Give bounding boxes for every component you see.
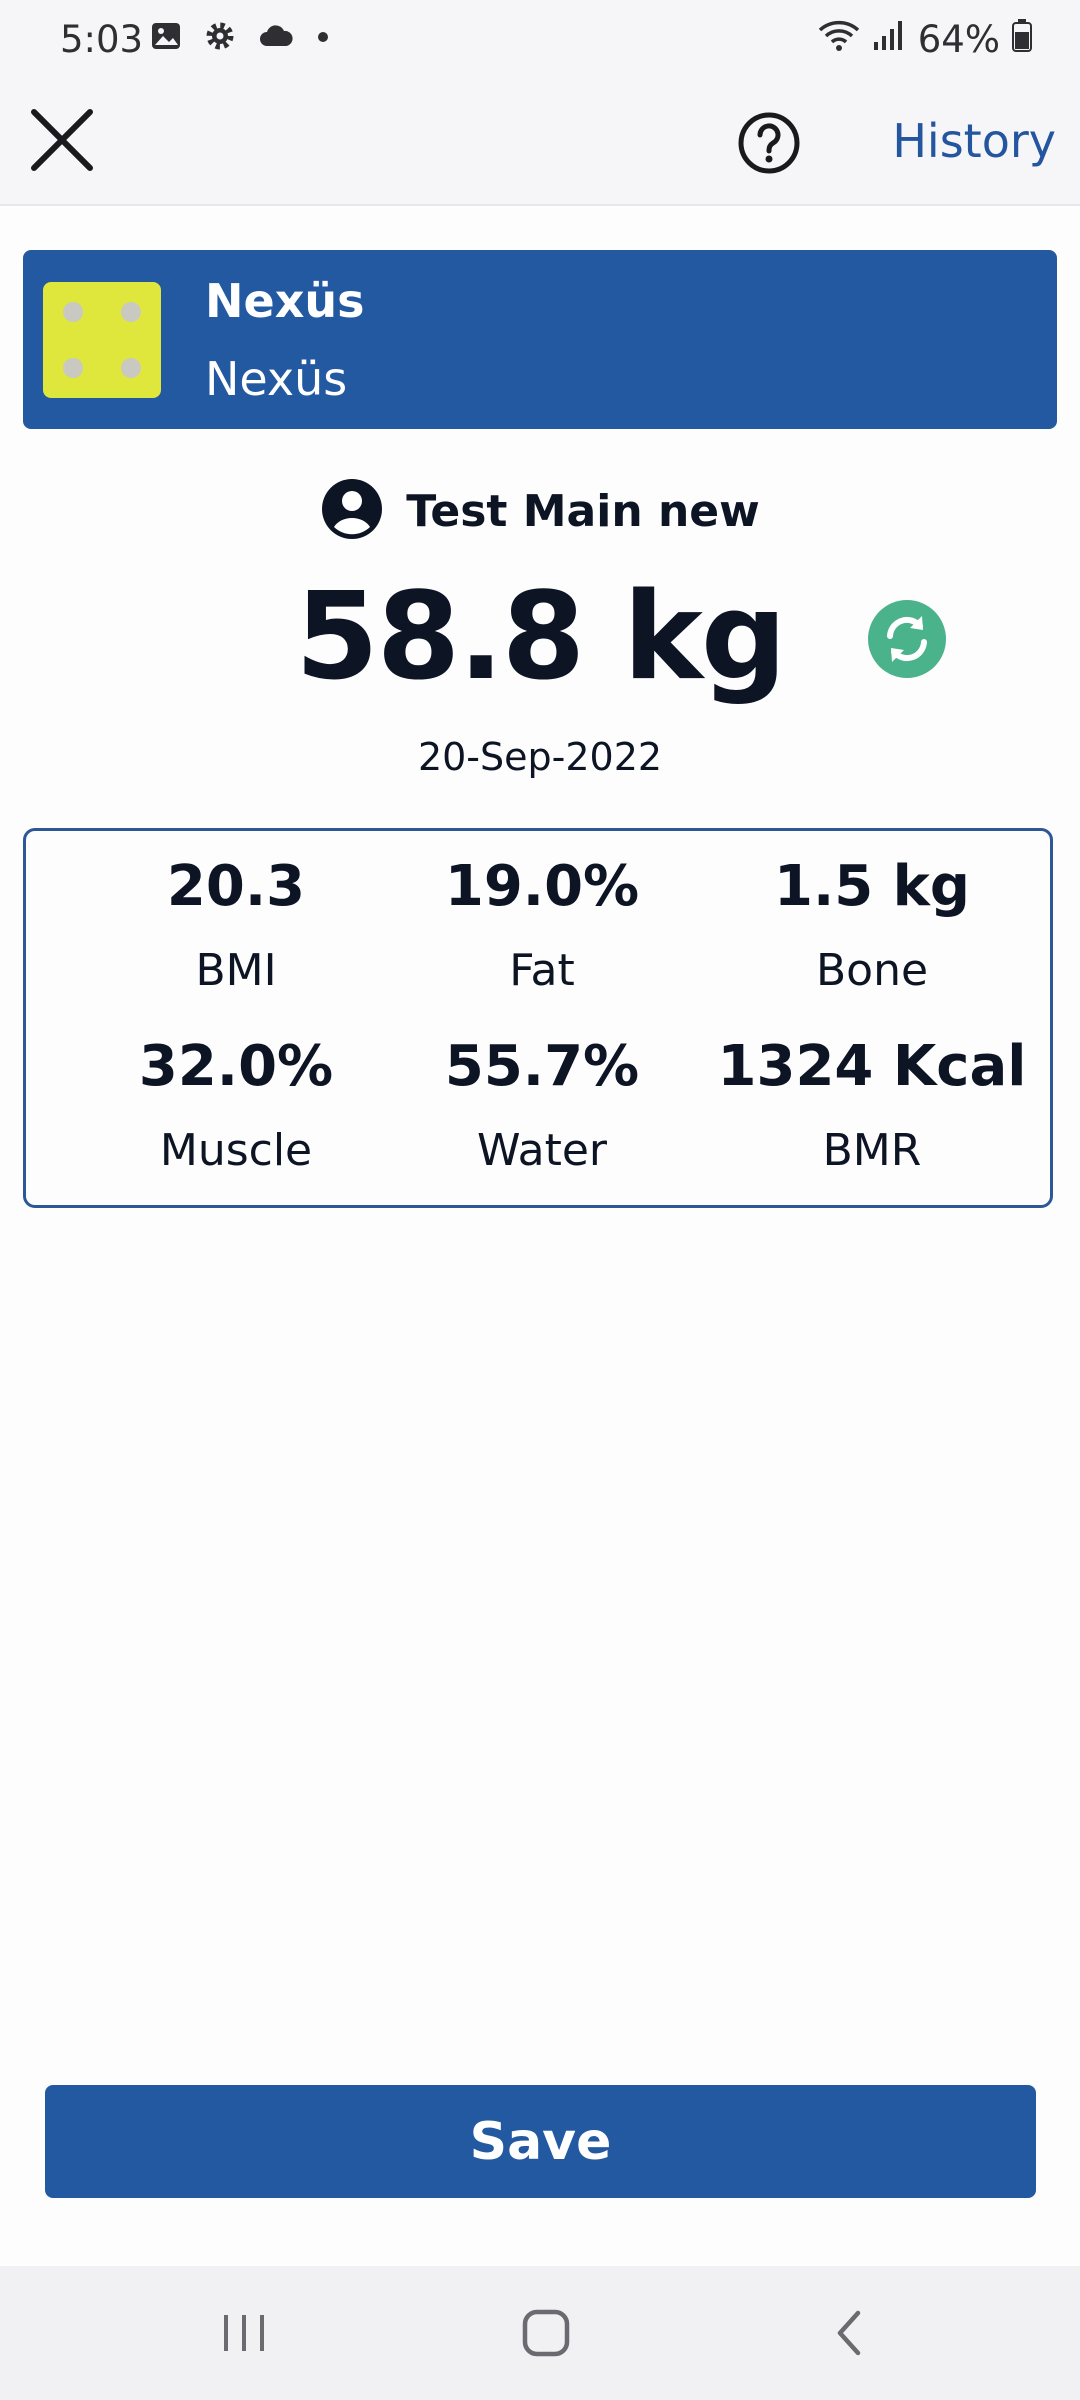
wifi-icon bbox=[818, 18, 860, 61]
help-button[interactable] bbox=[736, 110, 802, 176]
metric-value: 20.3 bbox=[166, 854, 306, 919]
body-metrics-panel: 20.3 BMI 19.0% Fat 1.5 kg Bone 32.0% Mus… bbox=[23, 828, 1053, 1208]
metric-bmi: 20.3 BMI bbox=[66, 855, 406, 1001]
system-navigation-bar bbox=[0, 2266, 1080, 2400]
metric-water: 55.7% Water bbox=[372, 1035, 712, 1181]
battery-icon bbox=[1012, 18, 1032, 61]
recent-apps-button[interactable] bbox=[214, 2303, 274, 2363]
metric-value: 1.5 kg bbox=[773, 854, 971, 919]
history-link[interactable]: History bbox=[892, 114, 1056, 168]
metric-label: Water bbox=[476, 1125, 608, 1176]
metric-bmr: 1324 Kcal BMR bbox=[702, 1035, 1042, 1181]
back-icon bbox=[837, 2310, 861, 2356]
save-button[interactable]: Save bbox=[45, 2085, 1036, 2198]
metric-label: BMR bbox=[822, 1125, 922, 1176]
account-circle-icon bbox=[320, 477, 384, 545]
metric-label: Fat bbox=[509, 945, 575, 996]
home-icon bbox=[522, 2309, 570, 2357]
metric-value: 55.7% bbox=[444, 1034, 640, 1099]
status-system-icons: 64% bbox=[818, 18, 1032, 61]
help-icon bbox=[738, 112, 800, 174]
device-card[interactable]: Nexüs Nexüs bbox=[23, 250, 1057, 429]
dot-icon bbox=[316, 29, 330, 48]
sync-icon bbox=[887, 616, 927, 662]
user-name: Test Main new bbox=[406, 485, 760, 537]
measurement-date: 20-Sep-2022 bbox=[417, 735, 663, 779]
device-name: Nexüs bbox=[205, 274, 365, 328]
user-profile-row: Test Main new bbox=[0, 474, 1080, 548]
metric-fat: 19.0% Fat bbox=[372, 855, 712, 1001]
status-bar: 5:03 64% bbox=[0, 0, 1080, 80]
cloud-icon bbox=[258, 22, 294, 54]
metric-label: Muscle bbox=[159, 1125, 313, 1176]
back-button[interactable] bbox=[820, 2303, 880, 2363]
metric-label: Bone bbox=[815, 945, 929, 996]
gallery-icon bbox=[150, 20, 182, 56]
signal-icon bbox=[872, 18, 906, 61]
scale-device-image bbox=[43, 282, 161, 398]
status-notification-icons bbox=[150, 20, 330, 56]
metric-value: 32.0% bbox=[138, 1034, 334, 1099]
close-icon bbox=[31, 109, 93, 171]
status-time: 5:03 bbox=[60, 18, 144, 61]
metric-label: BMI bbox=[195, 945, 277, 996]
battery-level: 64% bbox=[917, 18, 1000, 61]
app-bar: History bbox=[0, 80, 1080, 206]
metric-muscle: 32.0% Muscle bbox=[66, 1035, 406, 1181]
metric-bone: 1.5 kg Bone bbox=[702, 855, 1042, 1001]
recent-apps-icon bbox=[224, 2315, 264, 2351]
close-button[interactable] bbox=[24, 102, 100, 178]
metric-value: 1324 Kcal bbox=[717, 1034, 1027, 1099]
metric-value: 19.0% bbox=[444, 854, 640, 919]
device-model: Nexüs bbox=[205, 352, 348, 406]
sync-button[interactable] bbox=[868, 600, 946, 678]
settings-gear-icon bbox=[204, 20, 236, 56]
home-button[interactable] bbox=[516, 2303, 576, 2363]
